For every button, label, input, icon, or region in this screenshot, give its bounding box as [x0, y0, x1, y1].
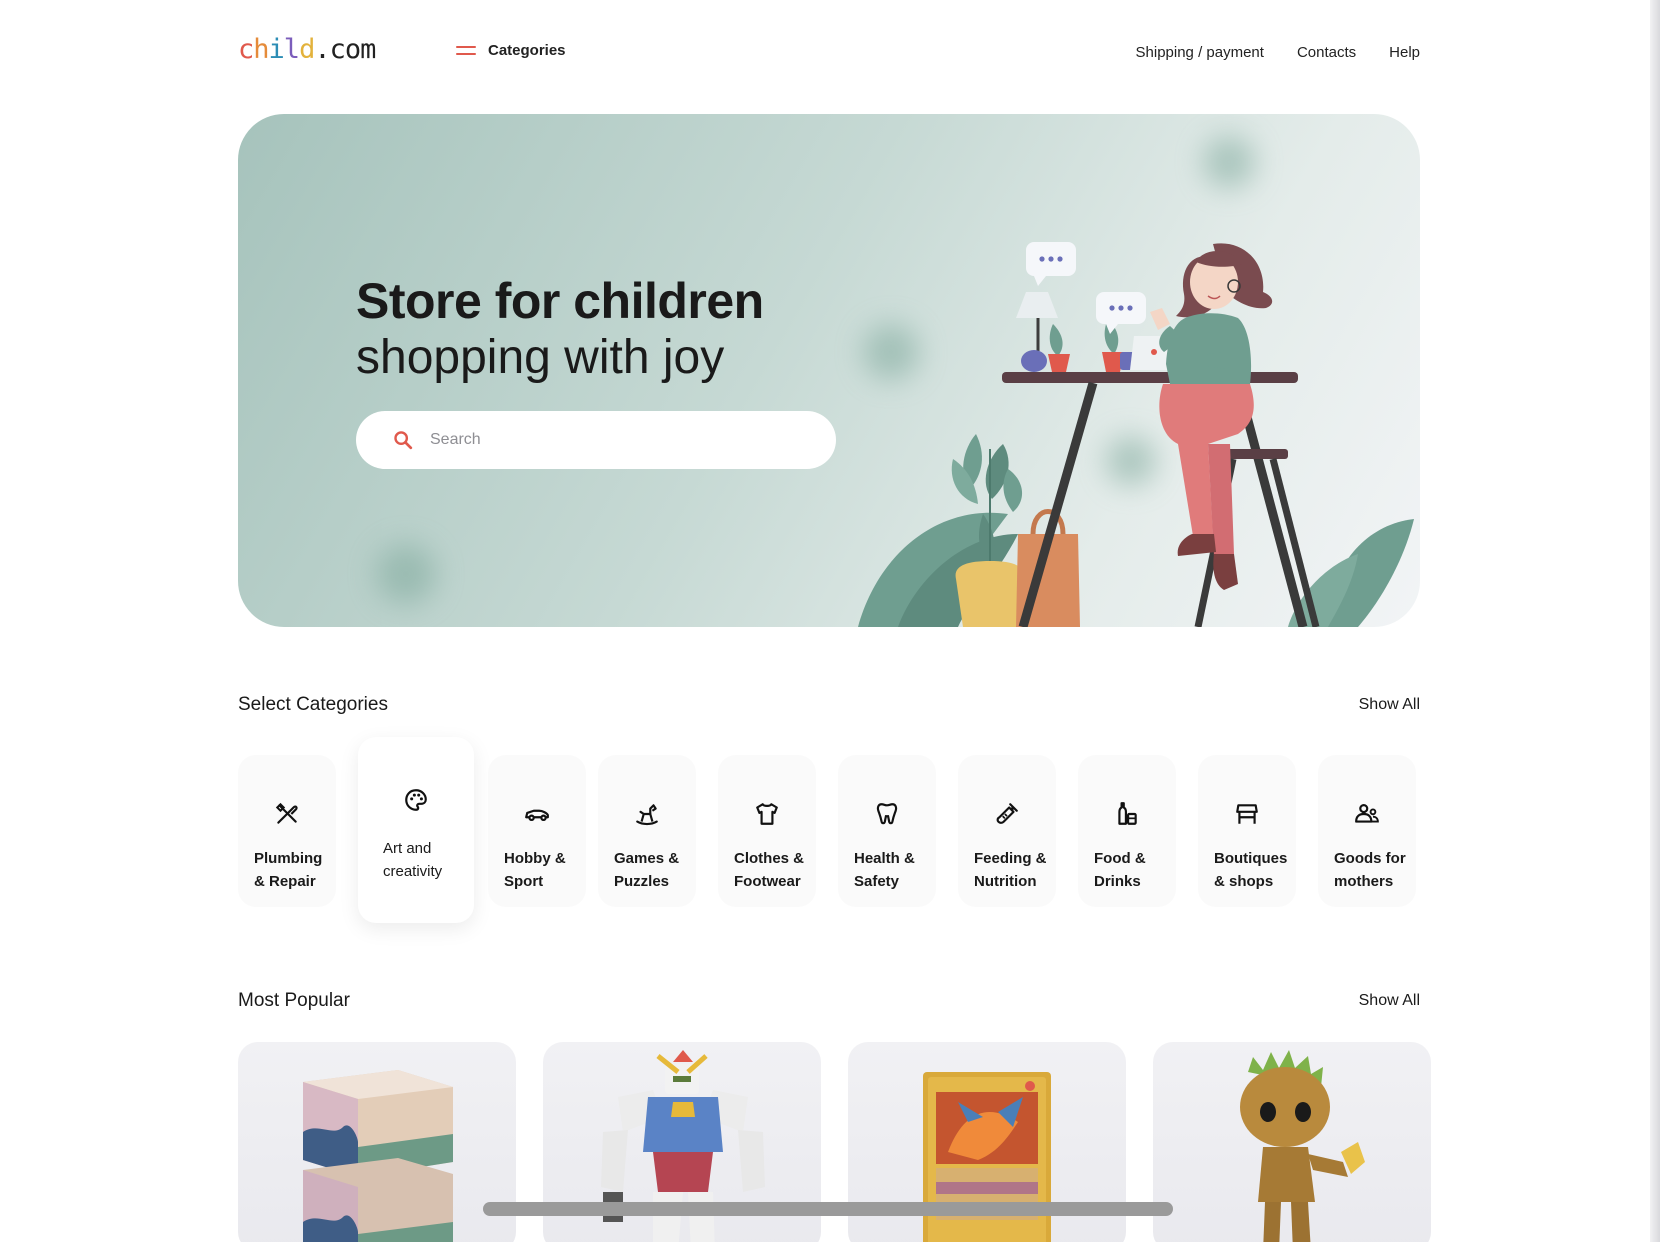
category-label: Art and creativity	[383, 840, 443, 880]
logo-letter: d	[299, 34, 315, 65]
categories-section-title: Select Categories	[238, 694, 388, 715]
category-health-safety[interactable]: Health & Safety	[838, 755, 936, 907]
baby-bottle-icon	[996, 803, 1018, 824]
popular-show-all-link[interactable]: Show All	[1359, 992, 1420, 1010]
category-label: Hobby & Sport	[504, 850, 566, 890]
top-header: child.com Categories Shipping / payment …	[238, 28, 1420, 76]
hero-subtitle: shopping with joy	[356, 331, 725, 384]
category-label: Games & Puzzles	[614, 850, 680, 890]
product-card[interactable]	[238, 1042, 516, 1242]
category-feeding-nutrition[interactable]: Feeding & Nutrition	[958, 755, 1056, 907]
tools-icon	[275, 802, 298, 824]
category-label: Food & Drinks	[1094, 850, 1146, 890]
rocking-horse-icon	[636, 804, 658, 826]
hero-title: Store for children	[356, 273, 764, 329]
categories-show-all-link[interactable]: Show All	[1359, 696, 1420, 714]
site-logo[interactable]: child.com	[238, 34, 376, 65]
category-list: Plumbing & Repair Art and creativity Hobby…	[238, 737, 1420, 927]
category-label: Goods for mothers	[1334, 850, 1406, 890]
hamburger-icon	[456, 45, 476, 57]
popular-section-header: Most Popular Show All	[238, 990, 1420, 1020]
search-icon	[394, 431, 413, 450]
decor-blob	[376, 544, 436, 604]
top-nav: Shipping / payment Contacts Help	[1136, 44, 1420, 61]
mother-child-icon	[1355, 804, 1379, 823]
category-art-creativity[interactable]: Art and creativity	[358, 737, 474, 923]
nav-contacts[interactable]: Contacts	[1297, 44, 1356, 61]
category-goods-for-mothers[interactable]: Goods for mothers	[1318, 755, 1416, 907]
search-bar[interactable]	[356, 411, 836, 469]
hero-banner: Store for children shopping with joy	[238, 114, 1420, 627]
shirt-icon	[756, 803, 778, 825]
product-card[interactable]	[1153, 1042, 1431, 1242]
category-games-puzzles[interactable]: Games & Puzzles	[598, 755, 696, 907]
category-label: Feeding & Nutrition	[974, 850, 1047, 890]
decor-blob	[1203, 136, 1255, 188]
nav-help[interactable]: Help	[1389, 44, 1420, 61]
category-label: Clothes & Footwear	[734, 850, 805, 890]
category-label: Health & Safety	[854, 850, 915, 890]
category-boutiques-shops[interactable]: Boutiques & shops	[1198, 755, 1296, 907]
category-clothes-footwear[interactable]: Clothes & Footwear	[718, 755, 816, 907]
category-food-drinks[interactable]: Food & Drinks	[1078, 755, 1176, 907]
category-label: Plumbing & Repair	[254, 850, 323, 890]
category-hobby-sport[interactable]: Hobby & Sport	[488, 755, 586, 907]
store-icon	[1236, 804, 1258, 824]
popular-section-title: Most Popular	[238, 990, 350, 1011]
race-car-icon	[525, 809, 549, 822]
logo-letter: h	[253, 34, 269, 65]
categories-section-header: Select Categories Show All	[238, 694, 1420, 724]
category-label: Boutiques & shops	[1214, 850, 1288, 890]
logo-letter: c	[238, 34, 254, 65]
category-plumbing-repair[interactable]: Plumbing & Repair	[238, 755, 336, 907]
woman-at-desk-illustration	[858, 242, 1414, 627]
search-input[interactable]	[430, 431, 810, 449]
nav-shipping-payment[interactable]: Shipping / payment	[1136, 44, 1264, 61]
groot-figure-image	[1240, 1050, 1365, 1242]
window-edge	[1650, 0, 1660, 1242]
tooth-icon	[876, 803, 898, 825]
logo-letter: i	[268, 34, 285, 65]
categories-menu-button[interactable]: Categories	[456, 42, 566, 59]
horizontal-scrollbar[interactable]	[483, 1202, 1173, 1216]
categories-menu-label: Categories	[488, 42, 566, 59]
bottles-icon	[1118, 802, 1137, 825]
boxed-product-image	[303, 1070, 453, 1242]
logo-domain: .com	[314, 34, 376, 65]
logo-letter: l	[283, 34, 300, 65]
palette-icon	[405, 789, 427, 811]
